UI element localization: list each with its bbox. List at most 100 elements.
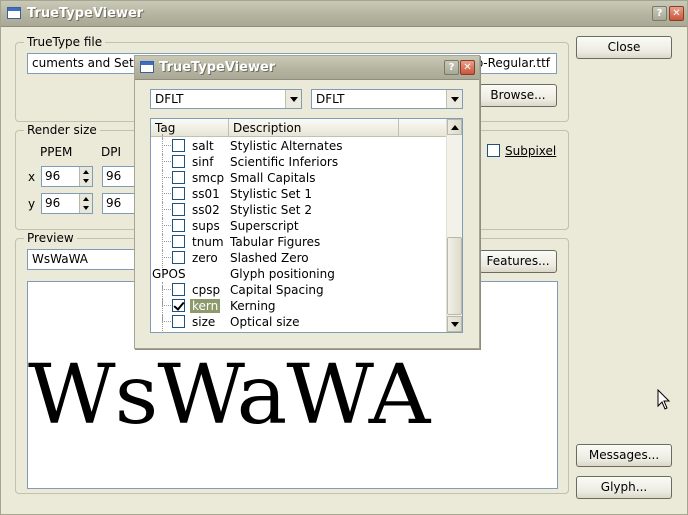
language-select[interactable]: DFLT xyxy=(311,89,463,109)
app-icon xyxy=(7,7,21,19)
help-button[interactable]: ? xyxy=(652,6,667,21)
feature-row[interactable]: zero Slashed Zero xyxy=(151,250,447,266)
feature-tag: zero xyxy=(192,251,218,265)
feature-tree: Tag Description salt Stylistic Alternate… xyxy=(150,118,463,333)
feature-description: Scientific Inferiors xyxy=(230,155,339,169)
glyph-button[interactable]: Glyph... xyxy=(576,476,672,499)
feature-row[interactable]: sinf Scientific Inferiors xyxy=(151,154,447,170)
scroll-thumb[interactable] xyxy=(447,237,462,315)
feature-group-tag: GPOS xyxy=(152,267,186,281)
feature-description: Superscript xyxy=(230,219,299,233)
feature-row[interactable]: size Optical size xyxy=(151,314,447,330)
tree-branch xyxy=(162,170,171,178)
render-size-label: Render size xyxy=(24,123,100,137)
feature-row[interactable]: cpsp Capital Spacing xyxy=(151,282,447,298)
tree-branch xyxy=(162,250,171,258)
feature-checkbox[interactable] xyxy=(172,171,185,184)
feature-description: Stylistic Set 2 xyxy=(230,203,312,217)
dialog-title: TrueTypeViewer xyxy=(159,60,276,75)
messages-button[interactable]: Messages... xyxy=(576,444,672,467)
tree-branch xyxy=(162,154,171,162)
feature-tag: salt xyxy=(192,139,214,153)
tree-branch xyxy=(162,234,171,242)
chevron-down-icon[interactable] xyxy=(446,90,462,108)
feature-tag: kern xyxy=(190,299,221,313)
language-select-value: DFLT xyxy=(316,92,345,106)
glyph-button-label: Glyph... xyxy=(600,480,648,494)
ppem-y-arrows[interactable] xyxy=(79,194,92,213)
feature-row[interactable]: ss02 Stylistic Set 2 xyxy=(151,202,447,218)
feature-checkbox[interactable] xyxy=(172,155,185,168)
subpixel-label[interactable]: Subpixel xyxy=(505,144,556,158)
tree-branch xyxy=(162,282,171,290)
feature-row[interactable]: smcp Small Capitals xyxy=(151,170,447,186)
tree-branch xyxy=(162,298,171,306)
dialog-help-button[interactable]: ? xyxy=(444,60,459,75)
feature-tag: size xyxy=(192,315,216,329)
tree-branch xyxy=(162,218,171,226)
subpixel-checkbox[interactable] xyxy=(487,144,500,157)
feature-description: Kerning xyxy=(230,299,276,313)
feature-checkbox-checked[interactable] xyxy=(172,299,185,312)
preview-label: Preview xyxy=(24,231,77,245)
feature-checkbox[interactable] xyxy=(172,283,185,296)
chevron-down-icon[interactable] xyxy=(285,90,301,108)
ppem-x-stepper[interactable]: 96 xyxy=(41,166,93,187)
feature-tree-rows: salt Stylistic Alternates sinf Scientifi… xyxy=(151,134,447,332)
y-label: y xyxy=(28,197,36,211)
main-titlebar[interactable]: TrueTypeViewer ? ✕ xyxy=(1,1,687,27)
ppem-x-value: 96 xyxy=(45,169,61,183)
scroll-up-icon[interactable] xyxy=(447,119,462,135)
preview-rendered-text: WsWaWA xyxy=(28,348,430,443)
feature-checkbox[interactable] xyxy=(172,139,185,152)
dialog-titlebar[interactable]: TrueTypeViewer ? ✕ xyxy=(135,56,479,80)
feature-group-row[interactable]: GPOS Glyph positioning xyxy=(151,266,447,282)
ppem-label: PPEM xyxy=(40,145,73,159)
feature-checkbox[interactable] xyxy=(172,251,185,264)
close-window-button[interactable]: ✕ xyxy=(669,6,684,21)
feature-checkbox[interactable] xyxy=(172,203,185,216)
feature-tag: ss02 xyxy=(192,203,220,217)
tree-branch xyxy=(162,186,171,194)
scroll-down-icon[interactable] xyxy=(447,316,462,332)
file-path-right: p-Regular.ttf xyxy=(475,56,550,70)
mouse-cursor-icon xyxy=(657,389,671,410)
feature-tag: cpsp xyxy=(192,283,221,297)
feature-tag: smcp xyxy=(192,171,225,185)
x-label: x xyxy=(28,170,36,184)
column-header-description[interactable]: Description xyxy=(229,119,399,137)
features-button[interactable]: Features... xyxy=(479,250,557,273)
close-button[interactable]: Close xyxy=(576,36,672,59)
feature-checkbox[interactable] xyxy=(172,315,185,328)
script-select-value: DFLT xyxy=(155,92,184,106)
preview-text-input[interactable]: WsWaWA xyxy=(27,249,147,270)
close-button-label: Close xyxy=(607,40,641,54)
feature-row[interactable]: tnum Tabular Figures xyxy=(151,234,447,250)
feature-description: Slashed Zero xyxy=(230,251,309,265)
browse-button[interactable]: Browse... xyxy=(479,84,557,107)
feature-description: Stylistic Alternates xyxy=(230,139,343,153)
feature-description: Capital Spacing xyxy=(230,283,324,297)
feature-row[interactable]: ss01 Stylistic Set 1 xyxy=(151,186,447,202)
feature-tag: sups xyxy=(192,219,220,233)
feature-description: Optical size xyxy=(230,315,300,329)
feature-row-selected[interactable]: kern Kerning xyxy=(151,298,447,314)
tree-branch xyxy=(162,202,171,210)
script-select[interactable]: DFLT xyxy=(150,89,302,109)
dialog-close-button[interactable]: ✕ xyxy=(460,60,475,75)
feature-description: Stylistic Set 1 xyxy=(230,187,312,201)
ppem-x-arrows[interactable] xyxy=(79,167,92,186)
feature-row[interactable]: salt Stylistic Alternates xyxy=(151,138,447,154)
feature-checkbox[interactable] xyxy=(172,235,185,248)
feature-row[interactable]: sups Superscript xyxy=(151,218,447,234)
dpi-y-value: 96 xyxy=(106,196,122,210)
feature-description: Small Capitals xyxy=(230,171,316,185)
feature-checkbox[interactable] xyxy=(172,219,185,232)
features-button-label: Features... xyxy=(486,254,550,268)
feature-checkbox[interactable] xyxy=(172,187,185,200)
preview-input-value: WsWaWA xyxy=(32,252,88,266)
feature-tag: sinf xyxy=(192,155,214,169)
ppem-y-stepper[interactable]: 96 xyxy=(41,193,93,214)
file-path-left: cuments and Settin xyxy=(32,56,150,70)
feature-tree-scrollbar[interactable] xyxy=(446,119,462,332)
